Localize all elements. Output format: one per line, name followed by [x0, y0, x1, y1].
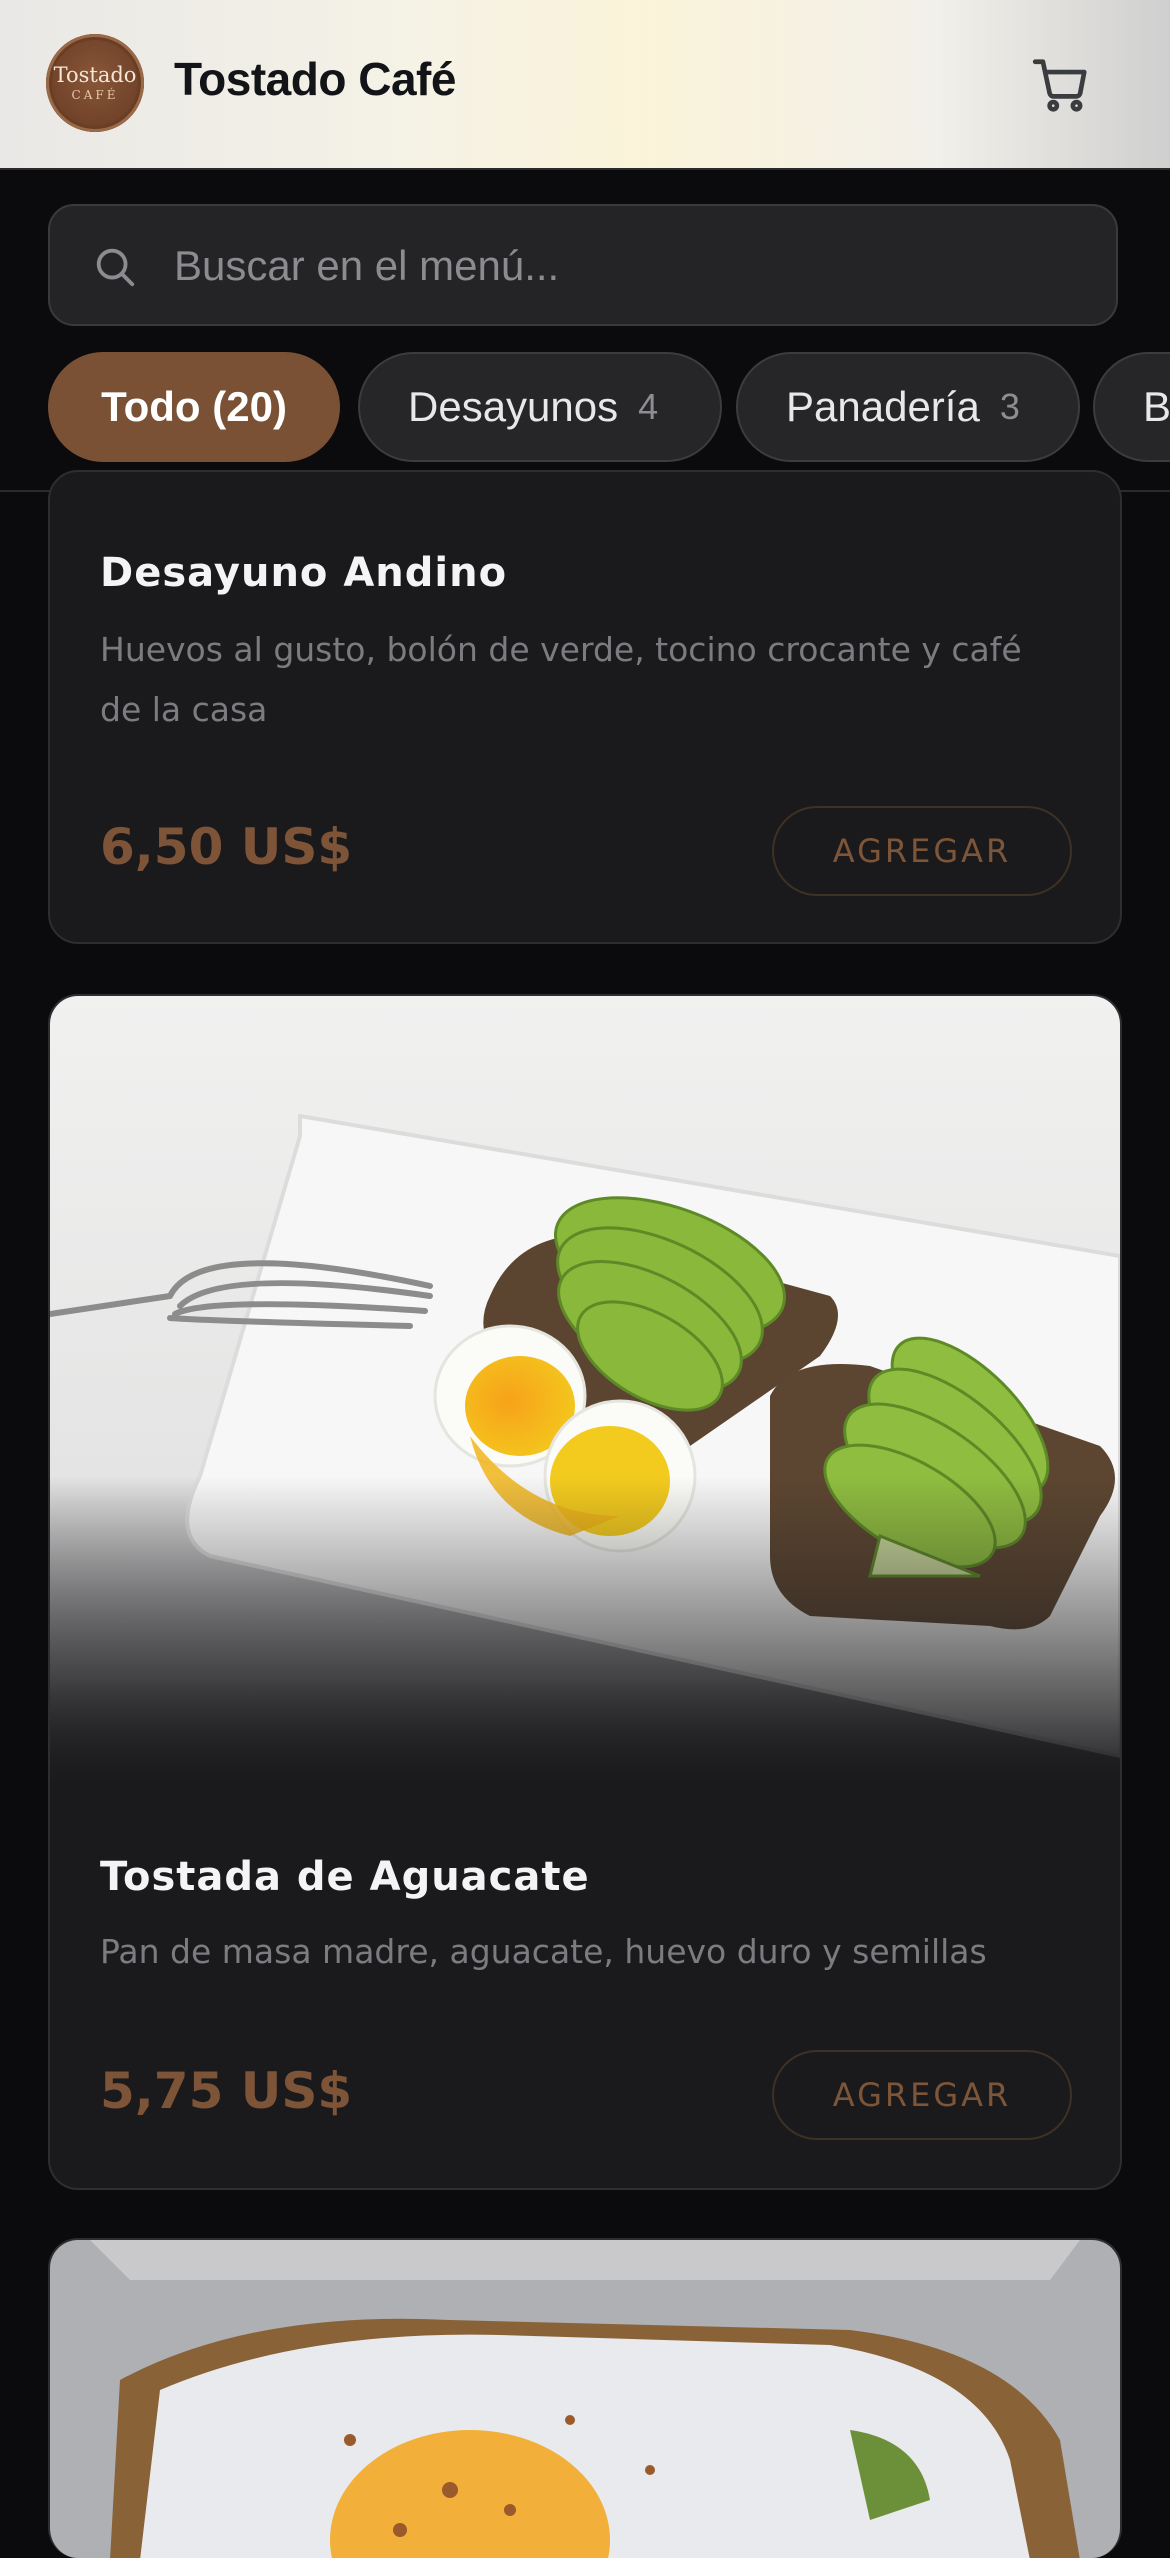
chip-label: B — [1143, 383, 1170, 430]
cart-button[interactable] — [1030, 54, 1092, 116]
product-name: Tostada de Aguacate — [100, 1854, 590, 1900]
chip-count: 4 — [638, 386, 659, 427]
search-icon — [96, 248, 135, 287]
chip-label: Desayunos — [408, 383, 619, 430]
add-to-cart-button[interactable]: AGREGAR — [772, 2050, 1072, 2140]
product-description: Pan de masa madre, aguacate, huevo duro … — [100, 1932, 987, 1971]
search-input[interactable]: Buscar en el menú... — [48, 204, 1118, 326]
cafe-logo[interactable]: Tostado CAFÉ — [46, 34, 144, 132]
cart-icon — [1032, 59, 1087, 112]
chip-count: 3 — [999, 386, 1020, 427]
app-title: Tostado Café — [174, 53, 456, 105]
category-chip-panaderia[interactable]: Panadería 3 — [736, 352, 1080, 462]
chip-label: Todo (20) — [101, 383, 287, 430]
product-card[interactable] — [48, 2238, 1122, 2558]
category-chip-todo[interactable]: Todo (20) — [48, 352, 340, 462]
logo-line-1: Tostado — [53, 63, 137, 87]
add-to-cart-button[interactable]: AGREGAR — [772, 806, 1072, 896]
product-name: Desayuno Andino — [100, 550, 508, 596]
product-price: 5,75 US$ — [100, 2062, 353, 2120]
product-photo-egg-toast — [50, 2240, 1120, 2558]
category-chip-desayunos[interactable]: Desayunos 4 — [358, 352, 722, 462]
search-placeholder: Buscar en el menú... — [174, 242, 560, 289]
chip-label: Panadería — [786, 383, 980, 430]
product-card[interactable]: Tostada de Aguacate Pan de masa madre, a… — [48, 994, 1122, 2190]
product-price: 6,50 US$ — [100, 818, 353, 876]
category-chip-more[interactable]: B — [1093, 352, 1170, 462]
product-photo-avocado-toast — [50, 996, 1120, 1796]
product-card[interactable]: Desayuno Andino Huevos al gusto, bolón d… — [48, 470, 1122, 944]
app-header: Tostado CAFÉ Tostado Café — [0, 0, 1170, 170]
product-description: Huevos al gusto, bolón de verde, tocino … — [100, 630, 1022, 729]
logo-line-2: CAFÉ — [71, 88, 119, 102]
category-filter-bar: Todo (20) Desayunos 4 Panadería 3 B — [48, 352, 1170, 462]
